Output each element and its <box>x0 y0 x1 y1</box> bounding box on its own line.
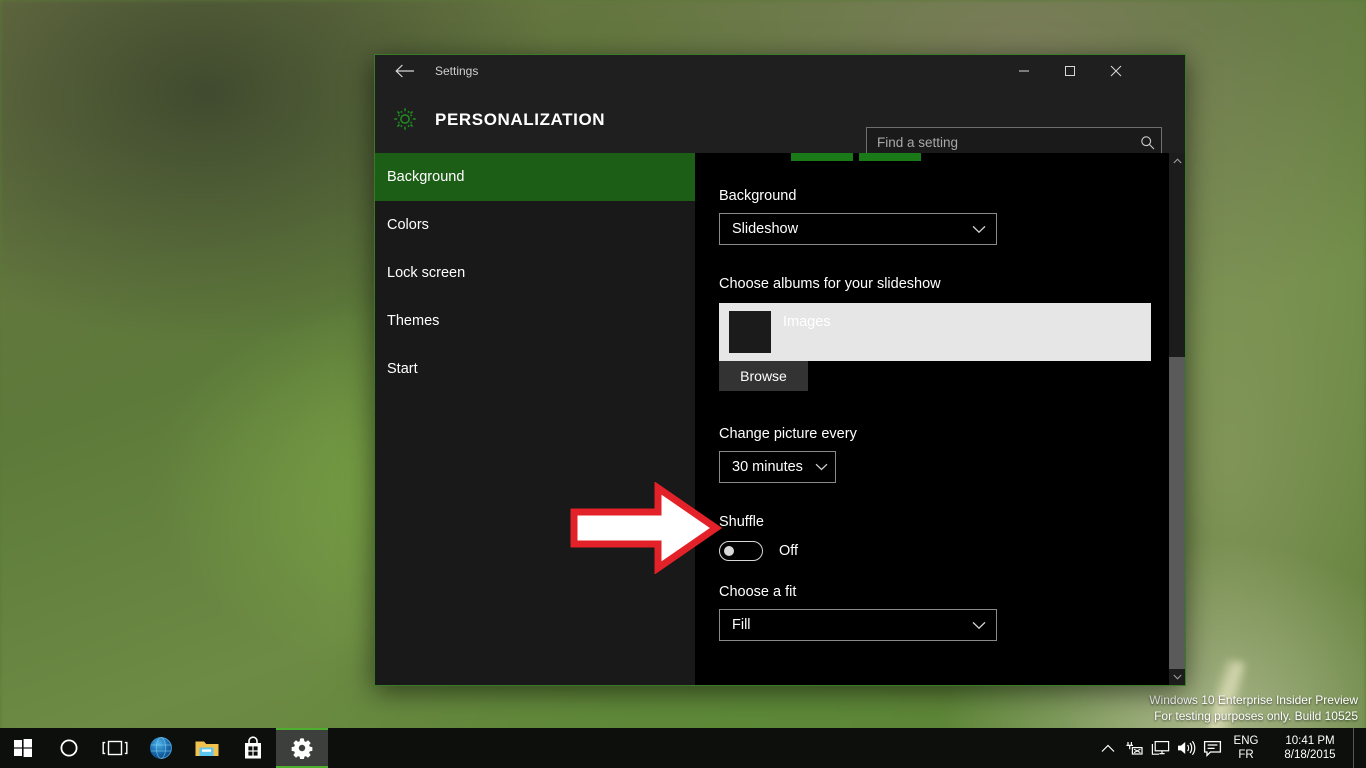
content-scrollbar[interactable] <box>1169 153 1185 685</box>
fit-value: Fill <box>732 617 751 633</box>
shuffle-state-label: Off <box>779 543 799 559</box>
start-button[interactable] <box>0 728 46 768</box>
settings-body: Background Colors Lock screen Themes Sta… <box>375 153 1185 685</box>
change-interval-dropdown[interactable]: 30 minutes <box>719 451 836 483</box>
sidebar-item-start[interactable]: Start <box>375 345 695 393</box>
system-tray: ENG FR 10:41 PM 8/18/2015 <box>1095 728 1366 768</box>
album-thumbnail[interactable] <box>729 311 771 353</box>
window-titlebar: Settings <box>375 55 1185 87</box>
background-label: Background <box>719 188 797 204</box>
search-icon[interactable] <box>1133 135 1161 150</box>
language-primary: ENG <box>1233 735 1259 747</box>
desktop-screen: Windows 10 Enterprise Insider Preview Fo… <box>0 0 1366 768</box>
show-hidden-icons-button[interactable] <box>1095 728 1121 768</box>
windows-build-watermark: Windows 10 Enterprise Insider Preview Fo… <box>1149 692 1358 724</box>
task-view-icon <box>102 740 128 756</box>
settings-sidebar: Background Colors Lock screen Themes Sta… <box>375 153 695 685</box>
store-button[interactable] <box>230 728 276 768</box>
scrollbar-down-arrow[interactable] <box>1169 669 1185 685</box>
chevron-down-icon <box>962 225 996 234</box>
file-explorer-button[interactable] <box>184 728 230 768</box>
browse-button[interactable]: Browse <box>719 361 808 391</box>
sidebar-item-label: Start <box>387 361 418 377</box>
minimize-icon <box>1019 70 1029 72</box>
sidebar-item-label: Themes <box>387 313 440 329</box>
monitor-icon <box>1151 741 1169 755</box>
taskbar: ENG FR 10:41 PM 8/18/2015 <box>0 728 1366 768</box>
content-scroll-area: Background Slideshow Choose albums for y… <box>695 153 1169 685</box>
watermark-line-2: For testing purposes only. Build 10525 <box>1154 709 1358 723</box>
edge-browser-button[interactable] <box>138 728 184 768</box>
clock-date: 8/18/2015 <box>1284 749 1336 761</box>
network-disconnected-icon <box>1126 742 1143 755</box>
action-center-button[interactable] <box>1199 728 1225 768</box>
clock[interactable]: 10:41 PM 8/18/2015 <box>1267 728 1353 768</box>
chevron-down-icon <box>1172 674 1182 680</box>
magnifier-icon <box>1140 135 1154 149</box>
volume-button[interactable] <box>1173 728 1199 768</box>
cortana-button[interactable] <box>46 728 92 768</box>
albums-label: Choose albums for your slideshow <box>719 276 941 292</box>
windows-logo-icon <box>14 739 32 757</box>
scrollbar-up-arrow[interactable] <box>1169 153 1185 169</box>
sidebar-item-background[interactable]: Background <box>375 153 695 201</box>
language-indicator[interactable]: ENG FR <box>1225 728 1267 768</box>
chevron-up-icon <box>1101 744 1115 752</box>
page-header: PERSONALIZATION <box>375 87 1185 157</box>
folder-icon <box>195 741 219 756</box>
shopping-bag-icon <box>245 736 261 759</box>
shuffle-row: Off <box>719 541 798 561</box>
background-type-dropdown[interactable]: Slideshow <box>719 213 997 245</box>
sidebar-item-label: Lock screen <box>387 265 466 281</box>
shuffle-label: Shuffle <box>719 514 764 530</box>
sidebar-item-label: Background <box>387 169 465 185</box>
clock-time: 10:41 PM <box>1285 735 1335 747</box>
display-settings-button[interactable] <box>1147 728 1173 768</box>
maximize-button[interactable] <box>1047 55 1093 87</box>
scrollbar-thumb[interactable] <box>1169 357 1185 669</box>
sidebar-item-themes[interactable]: Themes <box>375 297 695 345</box>
task-view-button[interactable] <box>92 728 138 768</box>
album-name-label: Images <box>783 314 831 330</box>
close-button[interactable] <box>1093 55 1139 87</box>
chevron-up-icon <box>1172 158 1182 164</box>
background-type-value: Slideshow <box>732 221 799 237</box>
circle-icon <box>60 739 78 757</box>
close-icon <box>1110 65 1122 77</box>
chevron-down-icon <box>807 463 835 471</box>
search-input[interactable] <box>867 134 1133 150</box>
sidebar-item-colors[interactable]: Colors <box>375 201 695 249</box>
action-center-icon <box>1203 740 1221 757</box>
language-secondary: FR <box>1238 749 1254 761</box>
sidebar-item-label: Colors <box>387 217 429 233</box>
sidebar-item-lock-screen[interactable]: Lock screen <box>375 249 695 297</box>
gear-icon <box>394 108 416 130</box>
back-button[interactable] <box>383 55 427 87</box>
albums-list: Images <box>719 303 1151 361</box>
minimize-button[interactable] <box>1001 55 1047 87</box>
watermark-line-1: Windows 10 Enterprise Insider Preview <box>1149 693 1358 707</box>
settings-window: Settings PERSONALIZATION Find a setting … <box>374 54 1186 686</box>
personalization-gear-icon <box>387 101 423 137</box>
fit-dropdown[interactable]: Fill <box>719 609 997 641</box>
window-title-label: Settings <box>435 64 479 78</box>
network-status-button[interactable] <box>1121 728 1147 768</box>
speaker-icon <box>1178 740 1196 756</box>
settings-content: Background Slideshow Choose albums for y… <box>695 153 1185 685</box>
choose-a-fit-label: Choose a fit <box>719 584 797 600</box>
change-picture-every-label: Change picture every <box>719 426 857 442</box>
chevron-down-icon <box>962 621 996 630</box>
page-title: PERSONALIZATION <box>435 110 606 129</box>
back-arrow-icon <box>395 64 414 78</box>
settings-taskbar-button[interactable] <box>276 728 328 768</box>
show-desktop-button[interactable] <box>1353 728 1362 768</box>
gear-icon <box>291 738 313 759</box>
toggle-knob <box>724 546 734 556</box>
maximize-icon <box>1065 66 1075 76</box>
shuffle-toggle[interactable] <box>719 541 763 561</box>
edge-browser-icon <box>150 737 172 759</box>
change-interval-value: 30 minutes <box>732 459 803 475</box>
